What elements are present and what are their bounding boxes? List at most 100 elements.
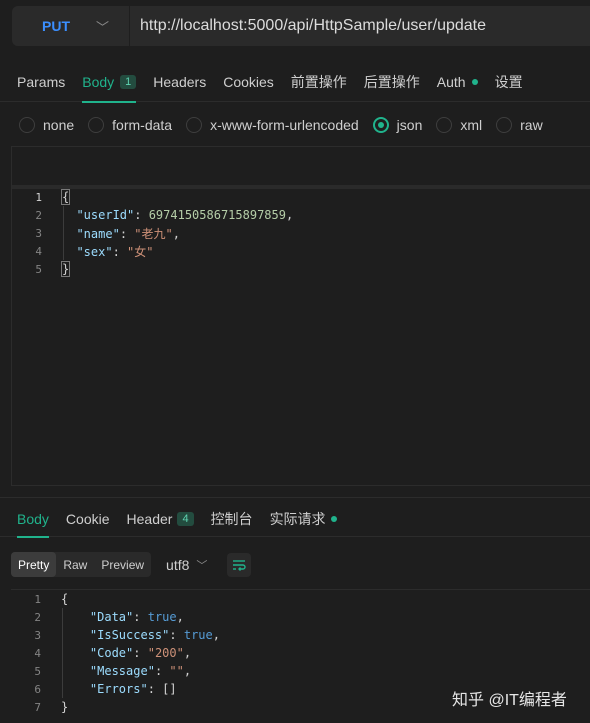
radio-button[interactable]	[186, 117, 203, 133]
panel-divider[interactable]	[0, 497, 590, 498]
word-wrap-button[interactable]	[227, 552, 252, 577]
code-line: 4 "sex": "女"	[12, 242, 293, 260]
code-token: :	[169, 628, 184, 642]
body-type-radio-group: none form-data x-www-form-urlencoded json xm…	[0, 110, 590, 140]
tab-label: Header	[126, 510, 173, 527]
body-type-option[interactable]: json	[372, 117, 423, 133]
code-line: 3 "name": "老九",	[12, 224, 293, 242]
code-token: "Errors"	[89, 682, 148, 696]
count-badge: 1	[120, 74, 137, 89]
code-line: 7}	[11, 698, 220, 716]
line-number: 7	[34, 700, 41, 714]
watermark: 知乎 @IT编程者	[452, 692, 567, 709]
chevron-down-icon: ﹀	[96, 19, 110, 35]
view-mode-preview[interactable]: Preview	[94, 552, 151, 577]
response-tab-0[interactable]: Body	[17, 501, 49, 538]
tab-1[interactable]: Body 1	[82, 62, 137, 103]
code-token: :	[112, 244, 128, 259]
body-type-option[interactable]: form-data	[88, 117, 172, 133]
code-token: "name"	[76, 226, 120, 241]
code-line: 2 "Data": true,	[11, 608, 220, 626]
tab-6[interactable]: Auth	[437, 62, 478, 102]
code-line: 6 "Errors": []	[11, 680, 220, 698]
code-token: }	[60, 261, 71, 277]
body-type-label: form-data	[112, 117, 173, 133]
count-badge: 4	[177, 511, 194, 526]
body-type-label: none	[43, 117, 75, 133]
response-tabs: Body Cookie Header 4 控制台 实际请求	[0, 501, 590, 538]
radio-button[interactable]	[436, 117, 453, 133]
line-number: 4	[35, 244, 42, 258]
code-token: "sex"	[76, 244, 113, 259]
tab-label: Headers	[153, 73, 207, 90]
body-type-option[interactable]: x-www-form-urlencoded	[186, 117, 359, 133]
code-line: 1{	[12, 188, 293, 206]
code-text: "Message": "",	[41, 664, 191, 678]
tab-0[interactable]: Params	[17, 62, 65, 102]
tab-3[interactable]: Cookies	[223, 62, 274, 102]
code-line: 3 "IsSuccess": true,	[11, 626, 220, 644]
line-number: 2	[34, 610, 41, 624]
code-token: "userId"	[76, 208, 135, 222]
code-token: :	[119, 226, 135, 241]
method-select[interactable]: PUT ﹀	[12, 6, 130, 46]
body-type-option[interactable]: xml	[436, 117, 482, 133]
line-number: 6	[34, 682, 41, 696]
line-number: 3	[35, 226, 42, 240]
code-line: 4 "Code": "200",	[11, 644, 220, 662]
request-code: 1{2 "userId": 6974150586715897859, 3 "nam…	[12, 188, 293, 278]
tab-5[interactable]: 后置操作	[364, 62, 420, 102]
url-input[interactable]: http://localhost:5000/api/HttpSample/use…	[130, 17, 486, 35]
code-token: "IsSuccess"	[89, 628, 170, 642]
code-text: "IsSuccess": true,	[41, 628, 220, 642]
response-tab-4[interactable]: 实际请求	[270, 501, 337, 537]
tab-4[interactable]: 前置操作	[291, 62, 347, 102]
body-type-label: x-www-form-urlencoded	[210, 117, 359, 133]
tab-2[interactable]: Headers	[153, 62, 206, 102]
tab-label: 设置	[494, 73, 523, 90]
view-mode-raw[interactable]: Raw	[56, 552, 94, 577]
code-token: true	[147, 610, 177, 624]
tab-label: Body	[82, 73, 115, 90]
word-wrap-icon	[233, 559, 247, 571]
line-number: 1	[34, 592, 41, 606]
encoding-select[interactable]: utf8 ﹀	[166, 557, 207, 573]
radio-button[interactable]	[88, 117, 105, 133]
body-type-option[interactable]: none	[19, 117, 74, 133]
code-token: ,	[183, 664, 192, 678]
radio-button[interactable]	[19, 117, 35, 133]
radio-button[interactable]	[372, 117, 389, 133]
view-mode-pretty[interactable]: Pretty	[11, 552, 57, 577]
tab-label: Cookies	[223, 73, 274, 90]
code-token: ""	[169, 664, 184, 678]
line-number: 2	[35, 208, 42, 222]
code-text: "userId": 6974150586715897859,	[42, 208, 293, 222]
code-token: ,	[285, 208, 294, 222]
code-token: "Code"	[89, 646, 134, 660]
body-type-option[interactable]: raw	[496, 117, 543, 133]
response-tab-2[interactable]: Header 4	[127, 501, 194, 537]
view-mode-switch: Pretty Raw Preview	[11, 552, 152, 577]
code-text: {	[42, 189, 71, 205]
body-type-label: json	[396, 117, 423, 133]
radio-button[interactable]	[496, 117, 513, 133]
tab-7[interactable]: 设置	[495, 62, 523, 102]
code-line: 5}	[12, 260, 293, 278]
code-token: {	[61, 592, 69, 606]
response-tab-1[interactable]: Cookie	[66, 501, 110, 537]
response-tab-3[interactable]: 控制台	[211, 501, 253, 537]
code-token: :	[133, 610, 148, 624]
code-text: }	[42, 261, 71, 277]
line-number: 5	[35, 262, 42, 276]
tab-label: Params	[17, 73, 66, 90]
tab-label: 后置操作	[363, 73, 420, 90]
response-view-toolbar: Pretty Raw Preview utf8 ﹀	[11, 552, 252, 577]
code-token: "Message"	[89, 664, 155, 678]
code-token: "200"	[147, 646, 184, 660]
request-body-editor[interactable]: 1{2 "userId": 6974150586715897859, 3 "nam…	[11, 146, 590, 486]
